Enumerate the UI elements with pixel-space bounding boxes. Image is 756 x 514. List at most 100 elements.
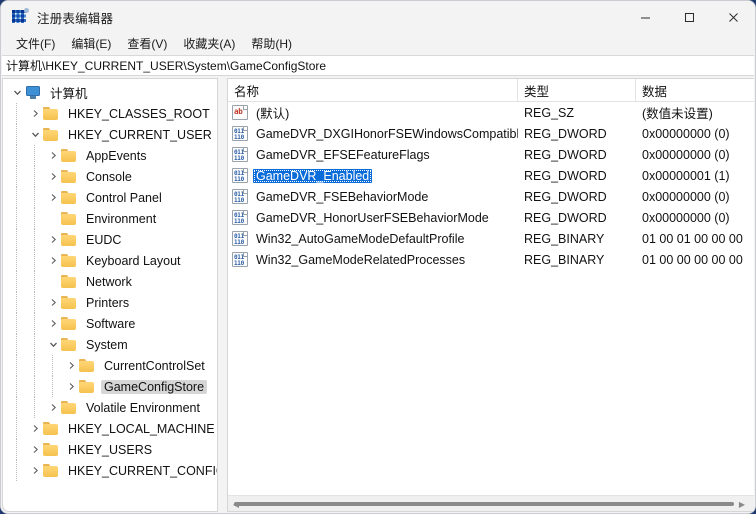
- tree-guide-line: [52, 355, 53, 376]
- tree-item-environment[interactable]: Environment: [3, 208, 217, 229]
- menu-view[interactable]: 查看(V): [119, 33, 175, 55]
- value-name-cell: 011 110 Win32_GameModeRelatedProcesses: [228, 252, 518, 267]
- folder-icon: [61, 316, 78, 331]
- chevron-right-icon[interactable]: [45, 397, 61, 418]
- menu-help[interactable]: 帮助(H): [243, 33, 300, 55]
- value-name-cell: 011 110 GameDVR_FSEBehaviorMode: [228, 189, 518, 204]
- list-rows[interactable]: ab (默认) REG_SZ (数值未设置) 011 110 GameDVR_DXGIHon…: [228, 102, 754, 495]
- tree-item-currentcontrolset[interactable]: CurrentControlSet: [3, 355, 217, 376]
- value-row[interactable]: 011 110 GameDVR_HonorUserFSEBehaviorMode RE…: [228, 207, 754, 228]
- menu-favorites[interactable]: 收藏夹(A): [175, 33, 243, 55]
- tree-item-eudc[interactable]: EUDC: [3, 229, 217, 250]
- chevron-down-icon[interactable]: [27, 124, 43, 145]
- tree-guide-line: [34, 166, 35, 187]
- value-type: REG_DWORD: [524, 189, 607, 204]
- tree-item-label: EUDC: [86, 232, 122, 247]
- value-row[interactable]: 011 110 GameDVR_FSEBehaviorMode REG_DWORD 0x…: [228, 186, 754, 207]
- tree-guide-line: [16, 145, 17, 166]
- tree-guide-line: [16, 334, 17, 355]
- value-row[interactable]: ab (默认) REG_SZ (数值未设置): [228, 102, 754, 123]
- tree-guide-line: [16, 313, 17, 334]
- value-row[interactable]: 011 110 GameDVR_DXGIHonorFSEWindowsCompati…: [228, 123, 754, 144]
- string-value-icon: ab: [232, 105, 248, 120]
- tree-item-hkey-local-machine[interactable]: HKEY_LOCAL_MACHINE: [3, 418, 217, 439]
- chevron-right-icon[interactable]: [45, 187, 61, 208]
- chevron-right-icon[interactable]: [63, 355, 79, 376]
- scrollbar-thumb[interactable]: [234, 502, 734, 506]
- column-header-type[interactable]: 类型: [518, 79, 636, 101]
- address-bar[interactable]: 计算机\HKEY_CURRENT_USER\System\GameConfigS…: [2, 55, 754, 76]
- tree-twist-spacer: [45, 271, 61, 292]
- value-row[interactable]: 011 110 GameDVR_EFSEFeatureFlags REG_DWORD 0…: [228, 144, 754, 165]
- folder-icon: [61, 253, 78, 268]
- tree-item-volatile-environment[interactable]: Volatile Environment: [3, 397, 217, 418]
- tree-item-appevents[interactable]: AppEvents: [3, 145, 217, 166]
- tree-item-hkey-current-config[interactable]: HKEY_CURRENT_CONFIG: [3, 460, 217, 481]
- tree-item-keyboard-layout[interactable]: Keyboard Layout: [3, 250, 217, 271]
- tree-guide-line: [16, 439, 17, 460]
- tree-item-network[interactable]: Network: [3, 271, 217, 292]
- tree-guide-line: [34, 145, 35, 166]
- value-name-cell: 011 110 Win32_AutoGameModeDefaultProfile: [228, 231, 518, 246]
- chevron-right-icon[interactable]: [27, 418, 43, 439]
- tree-item-console[interactable]: Console: [3, 166, 217, 187]
- tree-guide-line: [34, 313, 35, 334]
- chevron-right-icon[interactable]: [45, 145, 61, 166]
- tree-item-label: Console: [86, 169, 132, 184]
- tree-guide-line: [16, 124, 17, 145]
- tree-item-hkey-classes-root[interactable]: HKEY_CLASSES_ROOT: [3, 103, 217, 124]
- chevron-right-icon[interactable]: [27, 460, 43, 481]
- value-row[interactable]: 011 110 Win32_AutoGameModeDefaultProfile RE…: [228, 228, 754, 249]
- menu-file[interactable]: 文件(F): [8, 33, 63, 55]
- tree-guide-line: [16, 208, 17, 229]
- chevron-right-icon[interactable]: [45, 250, 61, 271]
- chevron-right-icon[interactable]: [27, 439, 43, 460]
- value-name: GameDVR_Enabled: [253, 168, 373, 183]
- chevron-right-icon[interactable]: [45, 313, 61, 334]
- tree-item-label: Volatile Environment: [86, 400, 200, 415]
- folder-icon: [43, 421, 60, 436]
- value-row[interactable]: 011 110 GameDVR_Enabled REG_DWORD 0x00000001…: [228, 165, 754, 186]
- registry-tree-panel[interactable]: 计算机 HKEY_CLASSES_ROOT HKEY_CURRENT_USER App…: [2, 78, 218, 512]
- chevron-right-icon[interactable]: [45, 292, 61, 313]
- folder-icon: [61, 169, 78, 184]
- column-header-name[interactable]: 名称: [228, 79, 518, 101]
- tree-item-label: CurrentControlSet: [104, 358, 205, 373]
- tree-item-hkey-current-user[interactable]: HKEY_CURRENT_USER: [3, 124, 217, 145]
- tree-guide-line: [34, 355, 35, 376]
- chevron-down-icon[interactable]: [45, 334, 61, 355]
- chevron-right-icon[interactable]: [63, 376, 79, 397]
- tree-item-hkey-users[interactable]: HKEY_USERS: [3, 439, 217, 460]
- folder-icon: [61, 337, 78, 352]
- registry-values-panel: 名称 类型 数据 ab (默认) REG_SZ (数值未设置) 011 110 GameDVR_…: [227, 78, 754, 512]
- value-name-cell: ab (默认): [228, 103, 518, 122]
- value-name-cell: 011 110 GameDVR_Enabled: [228, 168, 518, 183]
- binary-value-icon: 011 110: [232, 210, 248, 225]
- value-type: REG_BINARY: [524, 231, 605, 246]
- close-button[interactable]: [711, 1, 755, 33]
- tree-item-software[interactable]: Software: [3, 313, 217, 334]
- value-name: GameDVR_DXGIHonorFSEWindowsCompatible: [256, 126, 518, 141]
- tree-item-[interactable]: 计算机: [3, 82, 217, 103]
- chevron-right-icon[interactable]: [45, 229, 61, 250]
- chevron-down-icon[interactable]: [9, 82, 25, 103]
- tree-item-gameconfigstore[interactable]: GameConfigStore: [3, 376, 217, 397]
- chevron-right-icon[interactable]: [27, 103, 43, 124]
- menu-edit[interactable]: 编辑(E): [63, 33, 119, 55]
- value-name-cell: 011 110 GameDVR_DXGIHonorFSEWindowsCompati…: [228, 126, 518, 141]
- scroll-right-icon[interactable]: ▶: [734, 496, 750, 511]
- folder-icon: [79, 379, 96, 394]
- maximize-button[interactable]: [667, 1, 711, 33]
- tree-item-system[interactable]: System: [3, 334, 217, 355]
- tree-item-printers[interactable]: Printers: [3, 292, 217, 313]
- column-header-data[interactable]: 数据: [636, 79, 754, 101]
- chevron-right-icon[interactable]: [45, 166, 61, 187]
- tree-item-control-panel[interactable]: Control Panel: [3, 187, 217, 208]
- tree-guide-line: [16, 103, 17, 124]
- folder-icon: [79, 358, 96, 373]
- value-row[interactable]: 011 110 Win32_GameModeRelatedProcesses REG_…: [228, 249, 754, 270]
- value-type: REG_DWORD: [524, 210, 607, 225]
- horizontal-scrollbar[interactable]: ◀ ▶: [228, 495, 754, 511]
- minimize-button[interactable]: [623, 1, 667, 33]
- pane-splitter[interactable]: [218, 78, 227, 512]
